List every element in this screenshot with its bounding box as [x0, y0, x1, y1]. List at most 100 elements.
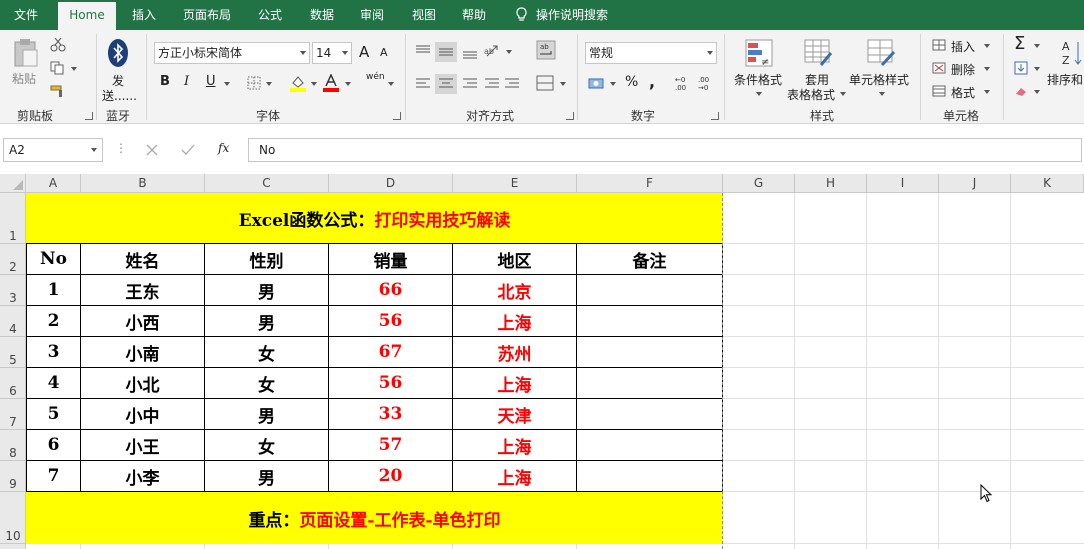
decimal-adjust-icons[interactable]: ←0.00 .00→0: [674, 74, 718, 92]
column-header[interactable]: K: [1011, 174, 1084, 193]
name-box[interactable]: A2: [3, 138, 103, 162]
accounting-dropdown-arrow[interactable]: [610, 82, 616, 86]
header-cell-remark[interactable]: 备注: [577, 244, 723, 275]
insert-cells-label[interactable]: 插入: [951, 38, 975, 55]
table-cell[interactable]: 上海: [453, 306, 577, 337]
tab-file[interactable]: 文件: [0, 0, 52, 30]
format-cells-label[interactable]: 格式: [951, 84, 975, 101]
fill-color-dropdown-arrow[interactable]: [311, 82, 317, 86]
header-cell-no[interactable]: No: [26, 244, 81, 275]
paste-label[interactable]: 粘贴: [12, 70, 36, 87]
column-header[interactable]: H: [795, 174, 867, 193]
table-cell[interactable]: 女: [205, 337, 329, 368]
column-header[interactable]: E: [453, 174, 577, 193]
table-cell[interactable]: 小王: [81, 430, 205, 461]
insert-function-button[interactable]: fx: [218, 141, 229, 155]
table-cell[interactable]: 20: [329, 461, 453, 492]
table-cell[interactable]: [577, 275, 723, 306]
row-header[interactable]: 7: [0, 399, 26, 430]
font-color-icon[interactable]: [322, 74, 340, 92]
tell-me-search[interactable]: 操作说明搜索: [536, 0, 620, 30]
row-header[interactable]: [0, 544, 26, 549]
conditional-formatting-icon[interactable]: ≠: [744, 39, 774, 67]
row-header[interactable]: 5: [0, 337, 26, 368]
sheet-title-cell[interactable]: Excel函数公式： 打印实用技巧解读: [26, 193, 723, 244]
table-cell[interactable]: 7: [26, 461, 81, 492]
table-cell[interactable]: 57: [329, 430, 453, 461]
row-header[interactable]: 3: [0, 275, 26, 306]
clipboard-launcher[interactable]: [85, 112, 93, 120]
table-cell[interactable]: 天津: [453, 399, 577, 430]
cancel-edit-icon[interactable]: [146, 144, 158, 156]
table-cell[interactable]: [577, 337, 723, 368]
table-cell[interactable]: 56: [329, 368, 453, 399]
tab-page-layout[interactable]: 页面布局: [176, 0, 238, 30]
font-color-dropdown-arrow[interactable]: [345, 82, 351, 86]
table-cell[interactable]: 女: [205, 368, 329, 399]
font-name-combo[interactable]: 方正小标宋简体: [154, 42, 310, 64]
wrap-text-icon[interactable]: ab: [536, 40, 556, 60]
delete-cells-label[interactable]: 删除: [951, 61, 975, 78]
select-all-corner[interactable]: [0, 174, 26, 193]
table-cell[interactable]: 67: [329, 337, 453, 368]
column-header[interactable]: A: [26, 174, 81, 193]
grow-font-button[interactable]: A: [359, 43, 369, 61]
table-cell[interactable]: 男: [205, 306, 329, 337]
cell-styles-dropdown-arrow[interactable]: [879, 92, 885, 96]
header-cell-region[interactable]: 地区: [453, 244, 577, 275]
orientation-dropdown-arrow[interactable]: [506, 50, 512, 54]
shrink-font-button[interactable]: A: [380, 46, 388, 59]
tab-insert[interactable]: 插入: [120, 0, 168, 30]
insert-cells-icon[interactable]: [932, 39, 946, 51]
tab-review[interactable]: 审阅: [350, 0, 394, 30]
bluetooth-icon[interactable]: [107, 38, 129, 68]
table-cell[interactable]: 小中: [81, 399, 205, 430]
paste-icon[interactable]: [12, 38, 40, 68]
number-launcher[interactable]: [711, 112, 719, 120]
fill-color-icon[interactable]: [289, 74, 307, 92]
column-header[interactable]: F: [577, 174, 723, 193]
fill-down-icon[interactable]: [1014, 61, 1028, 75]
table-cell[interactable]: 小李: [81, 461, 205, 492]
borders-dropdown-arrow[interactable]: [266, 82, 272, 86]
clear-dropdown-arrow[interactable]: [1034, 90, 1040, 94]
cell-styles-icon[interactable]: [866, 39, 896, 67]
alignment-launcher[interactable]: [566, 112, 574, 120]
copy-dropdown-arrow[interactable]: [71, 67, 77, 71]
italic-button[interactable]: I: [184, 74, 189, 89]
header-cell-gender[interactable]: 性别: [205, 244, 329, 275]
table-cell[interactable]: 33: [329, 399, 453, 430]
phonetic-guide-button[interactable]: wén: [366, 72, 385, 82]
sheet-footer-cell[interactable]: 重点： 页面设置-工作表-单色打印: [26, 492, 723, 544]
insert-dropdown-arrow[interactable]: [984, 44, 990, 48]
format-cells-icon[interactable]: [932, 85, 946, 97]
table-cell[interactable]: 3: [26, 337, 81, 368]
format-dropdown-arrow[interactable]: [984, 90, 990, 94]
underline-button[interactable]: U: [206, 74, 216, 89]
table-cell[interactable]: 小北: [81, 368, 205, 399]
table-cell[interactable]: 56: [329, 306, 453, 337]
table-cell[interactable]: 上海: [453, 430, 577, 461]
column-header[interactable]: D: [329, 174, 453, 193]
borders-icon[interactable]: [247, 76, 261, 90]
table-cell[interactable]: 1: [26, 275, 81, 306]
accounting-format-icon[interactable]: [588, 76, 606, 90]
tab-help[interactable]: 帮助: [452, 0, 496, 30]
cell-styles-label[interactable]: 单元格样式: [849, 71, 909, 88]
column-header[interactable]: I: [867, 174, 939, 193]
table-cell[interactable]: 女: [205, 430, 329, 461]
horizontal-align-icons[interactable]: [413, 74, 521, 94]
table-cell[interactable]: 小西: [81, 306, 205, 337]
format-table-dropdown-arrow[interactable]: [840, 92, 846, 96]
row-header[interactable]: 4: [0, 306, 26, 337]
format-painter-icon[interactable]: [50, 84, 66, 98]
table-cell[interactable]: [577, 399, 723, 430]
sort-filter-label[interactable]: 排序和: [1047, 71, 1083, 88]
bold-button[interactable]: B: [160, 74, 170, 89]
confirm-edit-icon[interactable]: [181, 144, 195, 156]
font-size-combo[interactable]: 14: [312, 42, 352, 64]
merge-center-icon[interactable]: [536, 75, 554, 91]
comma-style-button[interactable]: ,: [649, 72, 655, 91]
font-launcher[interactable]: [393, 112, 401, 120]
table-cell[interactable]: 66: [329, 275, 453, 306]
